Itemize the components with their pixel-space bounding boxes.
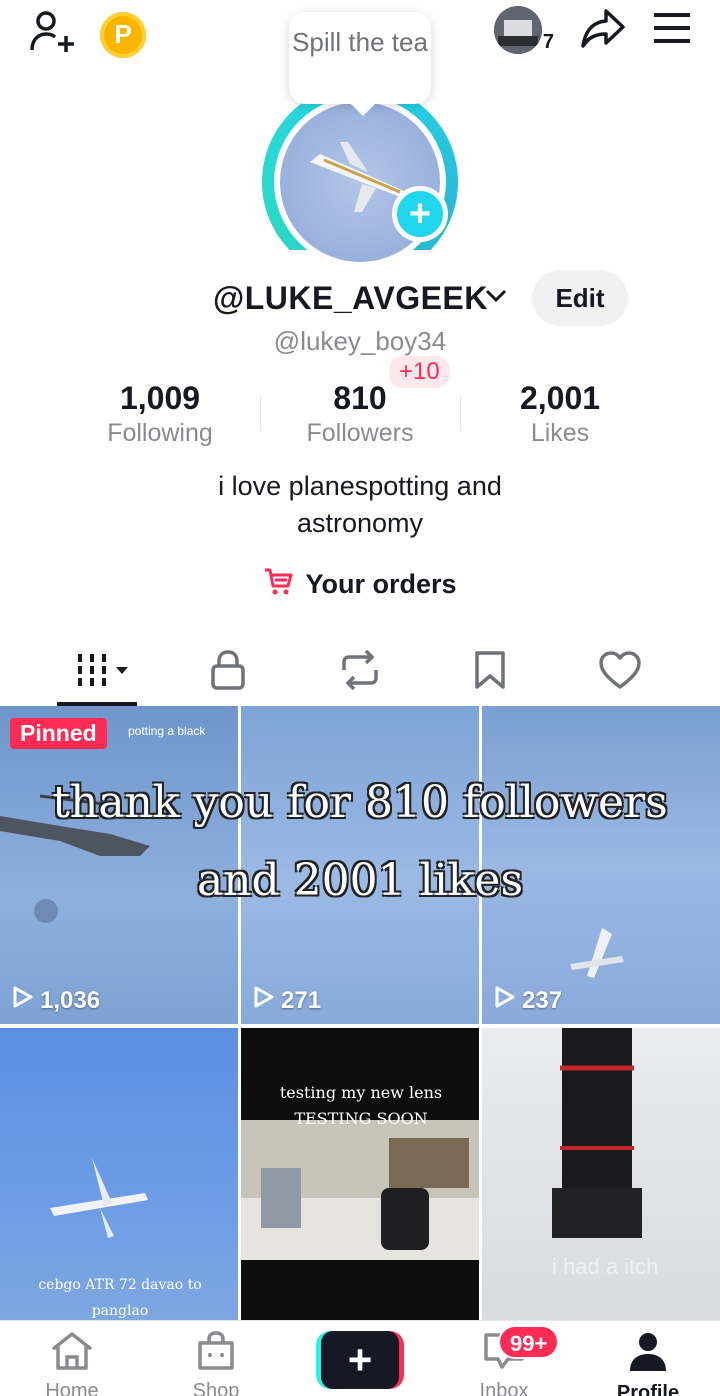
add-friend-icon[interactable]: [28, 8, 76, 61]
video-caption: cebgo ATR 72 davao to panglao: [38, 1277, 202, 1319]
notification-count: 7: [542, 31, 554, 53]
nav-label: Shop: [192, 1380, 240, 1396]
edit-profile-button[interactable]: Edit: [532, 270, 628, 326]
bio-line: i love planespotting and: [218, 471, 502, 501]
nav-profile[interactable]: Profile: [576, 1331, 720, 1396]
lock-icon: [210, 649, 246, 695]
following-stat[interactable]: 1,009 Following: [60, 378, 260, 448]
bio-line: astronomy: [296, 508, 424, 538]
view-count-text: 237: [522, 986, 563, 1014]
likes-stat[interactable]: 2,001 Likes: [460, 378, 660, 448]
view-count: 271: [253, 985, 321, 1016]
likes-label: Likes: [530, 419, 590, 447]
view-count-text: 1,036: [40, 986, 101, 1014]
avatar: [494, 6, 542, 54]
inbox-icon: [482, 1333, 526, 1375]
nav-shop[interactable]: Shop: [144, 1331, 288, 1396]
display-name[interactable]: @LUKE_AVGEEK: [213, 280, 488, 317]
nav-label: Profile: [616, 1382, 680, 1396]
name-row: @LUKE_AVGEEK Edit: [0, 270, 720, 326]
play-icon: [12, 985, 34, 1016]
play-icon: [253, 985, 275, 1016]
followers-stat[interactable]: 810 Followers: [260, 378, 460, 448]
create-button[interactable]: +: [316, 1331, 404, 1389]
video-thumbnail[interactable]: testing my new lens TESTING SOON: [241, 1028, 479, 1320]
bottom-nav: Home Shop + Inbox 99+ Profile: [0, 1320, 720, 1396]
play-icon: [494, 985, 516, 1016]
add-story-button[interactable]: +: [392, 186, 448, 242]
repost-icon: [338, 649, 382, 695]
stats-row: 1,009 Following 810 Followers 2,001 Like…: [0, 378, 720, 450]
nav-home[interactable]: Home: [0, 1331, 144, 1396]
heart-icon: [598, 650, 642, 695]
share-icon[interactable]: [580, 7, 626, 54]
bookmark-icon: [474, 650, 506, 695]
view-count: 1,036: [12, 985, 100, 1016]
overlay-line: thank you for 810 followers: [52, 777, 668, 828]
nav-label: Home: [45, 1380, 99, 1396]
tab-videos[interactable]: [32, 638, 176, 706]
chevron-down-icon[interactable]: [484, 288, 508, 309]
top-bar: P Spill the tea 7: [0, 0, 720, 116]
video-thumbnail[interactable]: i had a itch: [482, 1028, 720, 1320]
room-image: [241, 1120, 479, 1260]
profile-icon: [628, 1333, 668, 1377]
tab-liked[interactable]: [548, 638, 692, 706]
new-followers-badge: +10: [389, 356, 450, 388]
following-label: Following: [107, 419, 213, 447]
video-caption: i had a itch: [552, 1254, 659, 1279]
following-count: 1,009: [119, 380, 201, 416]
video-caption: potting a black: [128, 724, 206, 738]
orders-label: Your orders: [305, 569, 457, 599]
tab-private[interactable]: [156, 638, 300, 706]
pinned-badge: Pinned: [10, 718, 107, 749]
view-count: 237: [494, 985, 562, 1016]
home-icon: [49, 1332, 95, 1375]
inbox-badge: 99+: [498, 1325, 560, 1359]
view-count-text: 271: [281, 986, 322, 1014]
tab-reposts[interactable]: [288, 638, 432, 706]
tooltip-text: Spill the tea: [292, 27, 428, 57]
plus-icon: +: [321, 1331, 399, 1389]
cart-icon: [263, 566, 293, 603]
account-switcher[interactable]: 7: [494, 6, 554, 54]
tab-favorites[interactable]: [418, 638, 562, 706]
username-handle: @lukey_boy34: [273, 326, 447, 356]
grid-icon: [74, 650, 134, 695]
spill-the-tea-tooltip[interactable]: Spill the tea: [289, 12, 431, 116]
video-caption: testing my new lens TESTING SOON: [279, 1083, 443, 1128]
bio: i love planespotting and astronomy: [0, 468, 720, 542]
your-orders-link[interactable]: Your orders: [0, 566, 720, 603]
followers-label: Followers: [306, 419, 414, 447]
video-thumbnail[interactable]: cebgo ATR 72 davao to panglao: [0, 1028, 238, 1320]
shop-icon: [195, 1331, 237, 1375]
coin-icon[interactable]: P: [100, 11, 146, 58]
nav-label: Inbox: [479, 1380, 529, 1396]
likes-count: 2,001: [519, 380, 601, 416]
content-tabs: [0, 638, 720, 706]
pinned-video-overlay-text: thank you for 810 followers and 2001 lik…: [0, 764, 720, 920]
overlay-line: and 2001 likes: [196, 855, 524, 906]
menu-icon[interactable]: [652, 12, 692, 49]
top-left-group: P: [28, 8, 146, 61]
top-right-group: 7: [494, 6, 692, 54]
